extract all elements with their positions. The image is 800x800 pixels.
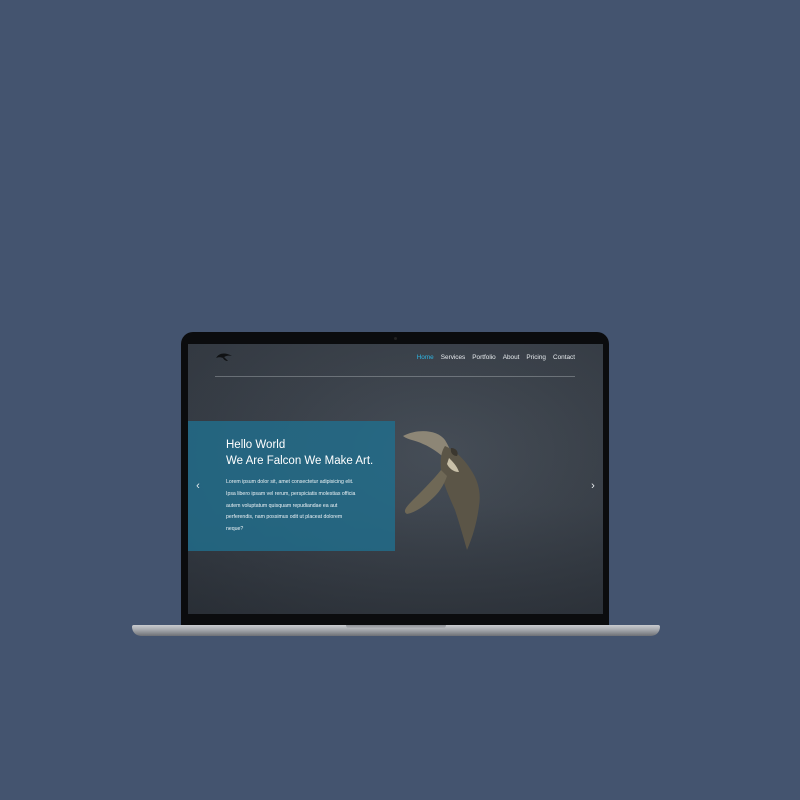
main-nav: Home Services Portfolio About Pricing Co… — [417, 354, 575, 361]
hero-description-line: perferendis, nam possimus odit ut placea… — [226, 514, 343, 521]
nav-services[interactable]: Services — [441, 354, 466, 361]
laptop-base-notch — [346, 625, 446, 629]
nav-home[interactable]: Home — [417, 354, 434, 361]
nav-portfolio[interactable]: Portfolio — [472, 354, 495, 361]
falcon-image — [403, 431, 480, 550]
hero-greeting: Hello World — [226, 439, 286, 451]
nav-pricing[interactable]: Pricing — [526, 354, 546, 361]
hero-description: Lorem ipsum dolor sit, amet consectetur … — [226, 477, 386, 536]
camera-dot — [394, 337, 397, 340]
chevron-right-icon[interactable]: › — [588, 480, 598, 492]
hero-description-line: Lorem ipsum dolor sit, amet consectetur … — [226, 479, 354, 485]
falcon-logo-icon[interactable] — [215, 352, 233, 362]
hero-tagline: We Are Falcon We Make Art. — [226, 455, 374, 467]
nav-divider — [215, 376, 575, 377]
hero-description-line: neque? — [226, 526, 244, 533]
website-screen: Home Services Portfolio About Pricing Co… — [188, 344, 603, 614]
hero-description-line: autem voluptatum quisquam repudiandae ea… — [226, 502, 338, 509]
nav-contact[interactable]: Contact — [553, 354, 575, 361]
hero-card: Hello World We Are Falcon We Make Art. L… — [188, 421, 395, 551]
laptop-base — [132, 625, 660, 636]
chevron-left-icon[interactable]: ‹ — [193, 480, 203, 492]
hero-description-line: Ipsa libero ipsam vel rerum, perspiciati… — [226, 490, 356, 497]
nav-about[interactable]: About — [503, 354, 520, 361]
